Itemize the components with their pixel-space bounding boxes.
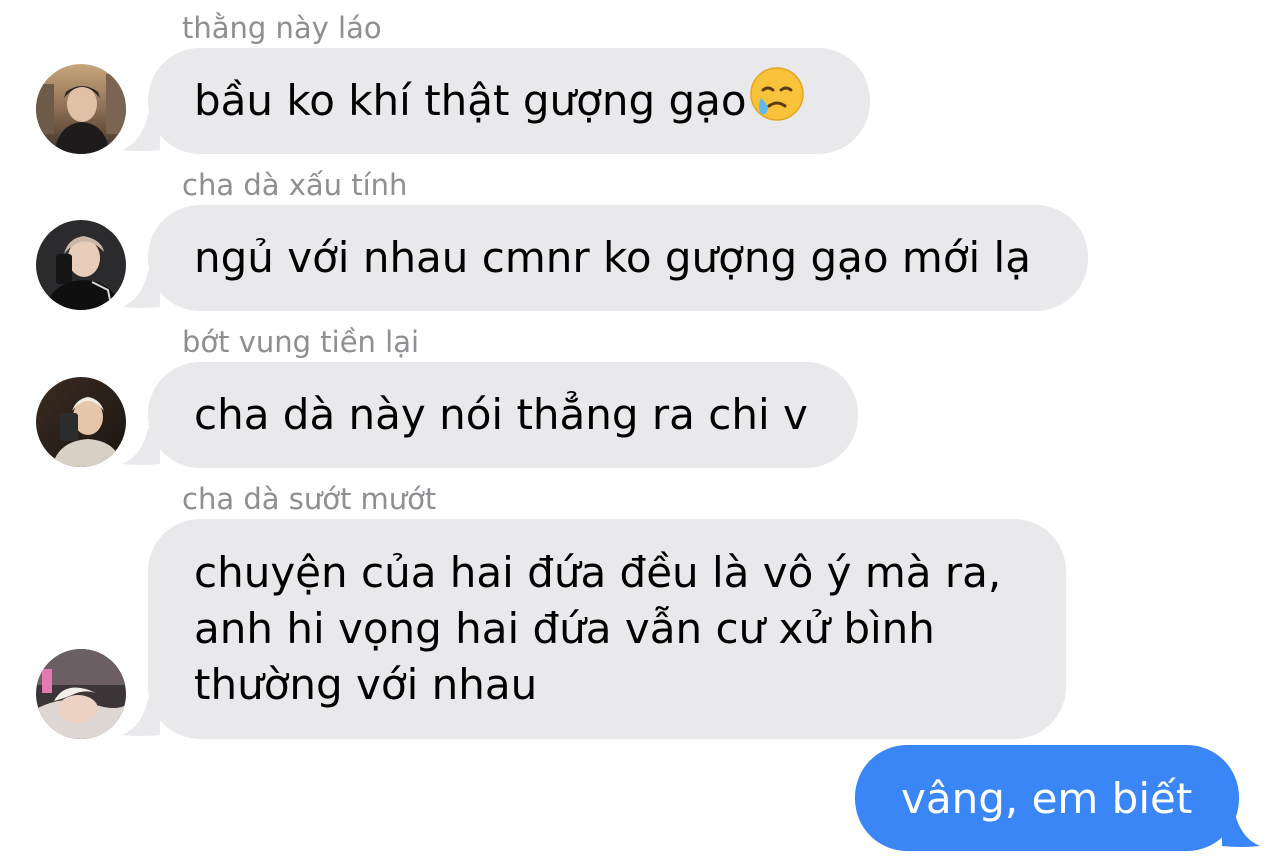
- sender-name: cha dà xấu tính: [182, 168, 408, 202]
- avatar-photo: [36, 220, 126, 310]
- bubble-tail: [122, 428, 160, 465]
- avatar-photo: [36, 649, 126, 739]
- message-text: bầu ko khí thật gượng gạo: [194, 76, 747, 125]
- avatar[interactable]: [36, 220, 126, 310]
- message-bubble[interactable]: ngủ với nhau cmnr ko gượng gạo mới lạ: [148, 205, 1088, 311]
- message-line: thường với nhau: [194, 660, 538, 709]
- bubble-tail: [122, 271, 160, 308]
- bubble-tail: [122, 699, 160, 736]
- avatar-photo: [36, 377, 126, 467]
- message-text: cha dà này nói thẳng ra chi v: [194, 390, 808, 439]
- message-line: anh hi vọng hai đứa vẫn cư xử bình: [194, 604, 935, 653]
- message-text: ngủ với nhau cmnr ko gượng gạo mới lạ: [194, 233, 1031, 282]
- face-holding-back-tears-icon: [749, 66, 805, 136]
- sender-name: thằng này láo: [182, 11, 382, 45]
- message-line: chuyện của hai đứa đều là vô ý mà ra,: [194, 548, 1002, 597]
- avatar[interactable]: [36, 377, 126, 467]
- bubble-tail: [1222, 810, 1260, 847]
- avatar[interactable]: [36, 649, 126, 739]
- bubble-tail: [122, 114, 160, 151]
- message-bubble[interactable]: cha dà này nói thẳng ra chi v: [148, 362, 858, 468]
- message-bubble[interactable]: chuyện của hai đứa đều là vô ý mà ra, an…: [148, 519, 1066, 739]
- sender-name: bớt vung tiền lại: [182, 325, 420, 359]
- avatar-photo: [36, 64, 126, 154]
- message-text: vâng, em biết: [901, 773, 1193, 823]
- message-bubble[interactable]: bầu ko khí thật gượng gạo: [148, 48, 870, 154]
- avatar[interactable]: [36, 64, 126, 154]
- outgoing-message-bubble[interactable]: vâng, em biết: [855, 745, 1239, 851]
- sender-name: cha dà sướt mướt: [182, 482, 437, 516]
